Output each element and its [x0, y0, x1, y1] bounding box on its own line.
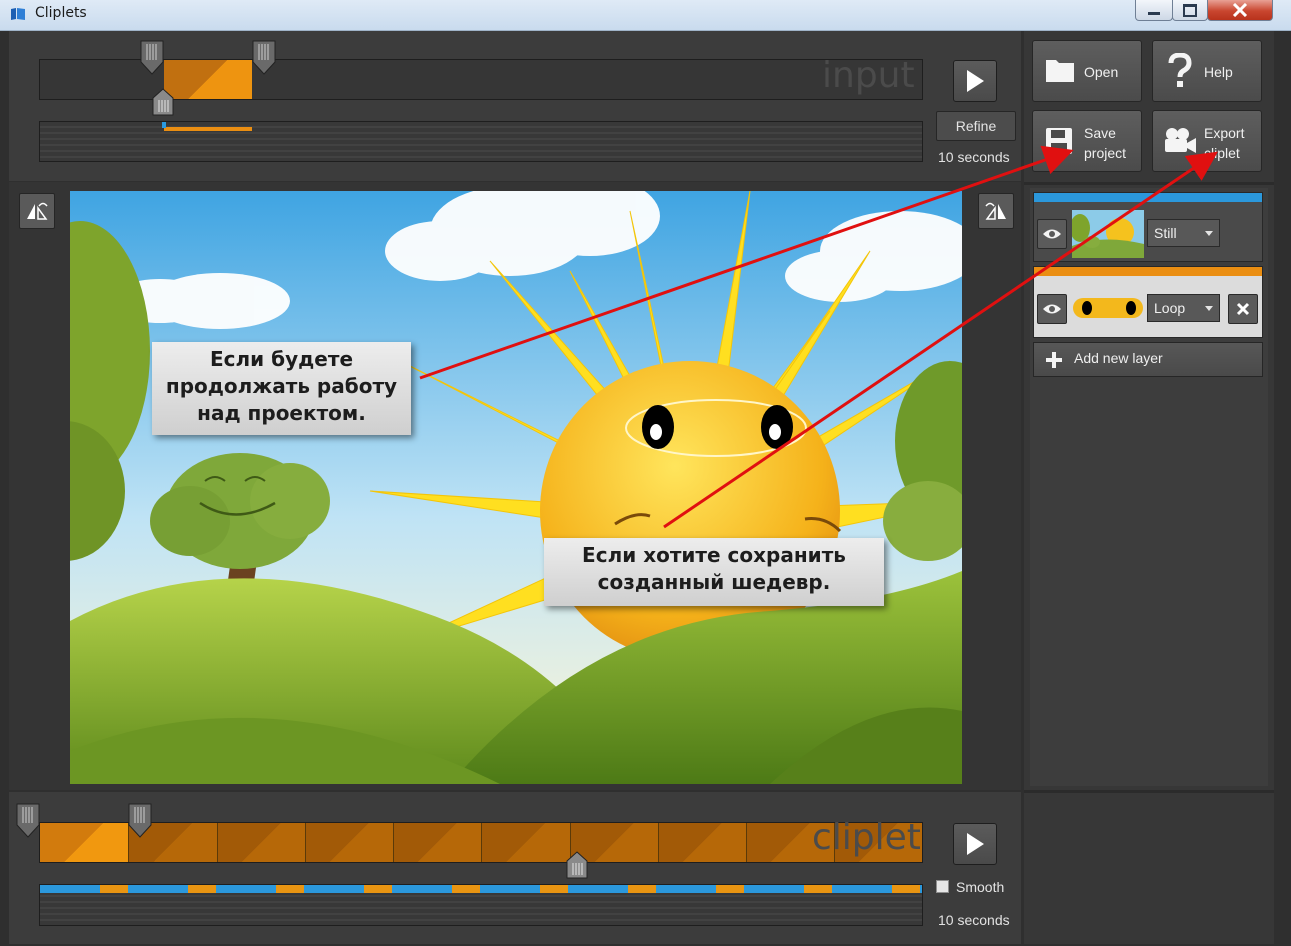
- cliplet-start-handle[interactable]: [16, 803, 40, 838]
- layer-mode-value: Still: [1154, 225, 1177, 241]
- play-cliplet-button[interactable]: [953, 823, 997, 865]
- input-strip-marker: [162, 122, 166, 128]
- question-mark-icon: [1168, 53, 1192, 87]
- annotation-line: продолжать работу: [165, 374, 398, 398]
- title-bar: [0, 0, 1291, 31]
- rotate-left-button[interactable]: [19, 193, 55, 229]
- layer-mode-dropdown[interactable]: Still: [1147, 219, 1220, 247]
- play-icon: [967, 70, 984, 92]
- input-duration: 10 seconds: [938, 149, 1010, 165]
- chevron-down-icon: [1205, 306, 1213, 311]
- rotate-right-icon: [985, 202, 1006, 220]
- input-selected-range[interactable]: [164, 60, 252, 99]
- layer-mode-value: Loop: [1154, 300, 1186, 316]
- sidebar-divider: [1024, 790, 1274, 793]
- rotate-left-icon: [27, 202, 48, 220]
- minimize-button[interactable]: [1135, 0, 1173, 21]
- cliplets-logo-icon: [11, 8, 25, 20]
- cliplet-watermark: cliplet: [812, 817, 921, 858]
- window-title: Cliplets: [35, 5, 87, 21]
- open-button[interactable]: Open: [1032, 40, 1142, 102]
- open-label: Open: [1084, 64, 1119, 80]
- sidebar-divider: [1024, 182, 1274, 185]
- export-label-line: cliplet: [1204, 145, 1240, 161]
- plus-icon: [1046, 352, 1062, 368]
- annotation-line: Если будете: [209, 347, 354, 371]
- close-icon: [1232, 3, 1248, 17]
- layer-thumbnail: [1072, 210, 1144, 258]
- eye-icon: [1043, 229, 1061, 239]
- cliplet-playhead-handle[interactable]: [566, 851, 588, 879]
- close-button[interactable]: [1207, 0, 1273, 21]
- chevron-down-icon: [1205, 231, 1213, 236]
- maximize-button[interactable]: [1172, 0, 1208, 21]
- rotate-right-button[interactable]: [978, 193, 1014, 229]
- refine-button[interactable]: Refine: [936, 111, 1016, 141]
- layer-visibility-button[interactable]: [1037, 219, 1067, 249]
- preview-canvas-image[interactable]: [70, 191, 962, 784]
- annotation-callout-export: Если хотите сохранить созданный шедевр.: [544, 538, 884, 606]
- annotation-callout-save: Если будете продолжать работу над проект…: [152, 342, 411, 435]
- cliplet-frame-cell: [393, 823, 481, 862]
- movie-camera-icon: [1165, 128, 1196, 153]
- input-start-handle[interactable]: [140, 40, 164, 75]
- floppy-disk-icon: [1046, 128, 1072, 154]
- play-icon: [967, 833, 984, 855]
- eye-icon: [1043, 304, 1061, 314]
- cliplet-end-handle[interactable]: [128, 803, 152, 838]
- cliplet-duration: 10 seconds: [938, 912, 1010, 928]
- layer-mode-dropdown[interactable]: Loop: [1147, 294, 1220, 322]
- smooth-checkbox[interactable]: [936, 880, 949, 893]
- save-project-button[interactable]: Save project: [1032, 110, 1142, 172]
- export-cliplet-button[interactable]: Export cliplet: [1152, 110, 1262, 172]
- annotation-line: Если хотите сохранить: [582, 543, 846, 567]
- cliplet-frame-cell: [481, 823, 570, 862]
- help-label: Help: [1204, 64, 1233, 80]
- input-playhead-handle[interactable]: [152, 88, 174, 116]
- save-label-line: project: [1084, 145, 1127, 161]
- annotation-line: над проектом.: [197, 401, 366, 425]
- minimize-icon: [1148, 11, 1160, 15]
- layer-item-still[interactable]: Still: [1033, 192, 1263, 262]
- save-label-line: Save: [1084, 125, 1116, 141]
- cliplet-frame-cell: [305, 823, 393, 862]
- close-icon: [1236, 302, 1250, 316]
- input-strip-range: [164, 127, 252, 131]
- delete-layer-button[interactable]: [1228, 294, 1258, 324]
- cliplet-frame-cell: [658, 823, 746, 862]
- folder-icon: [1046, 60, 1074, 82]
- smooth-label: Smooth: [956, 879, 1005, 895]
- annotation-line: созданный шедевр.: [597, 570, 831, 594]
- layer-color-strip: [1034, 193, 1262, 202]
- cliplet-loop-segment[interactable]: [40, 823, 128, 862]
- layer-color-strip: [1034, 267, 1262, 276]
- help-button[interactable]: Help: [1152, 40, 1262, 102]
- input-watermark: input: [822, 55, 915, 96]
- cliplet-strip-markers: [40, 885, 922, 893]
- layer-visibility-button[interactable]: [1037, 294, 1067, 324]
- cliplet-frame-cell: [217, 823, 305, 862]
- play-input-button[interactable]: [953, 60, 997, 102]
- layer-mask-thumbnail: [1073, 298, 1143, 318]
- add-layer-label: Add new layer: [1074, 350, 1163, 366]
- maximize-icon: [1183, 3, 1197, 17]
- layer-item-loop[interactable]: Loop: [1033, 266, 1263, 338]
- export-label-line: Export: [1204, 125, 1245, 141]
- input-end-handle[interactable]: [252, 40, 276, 75]
